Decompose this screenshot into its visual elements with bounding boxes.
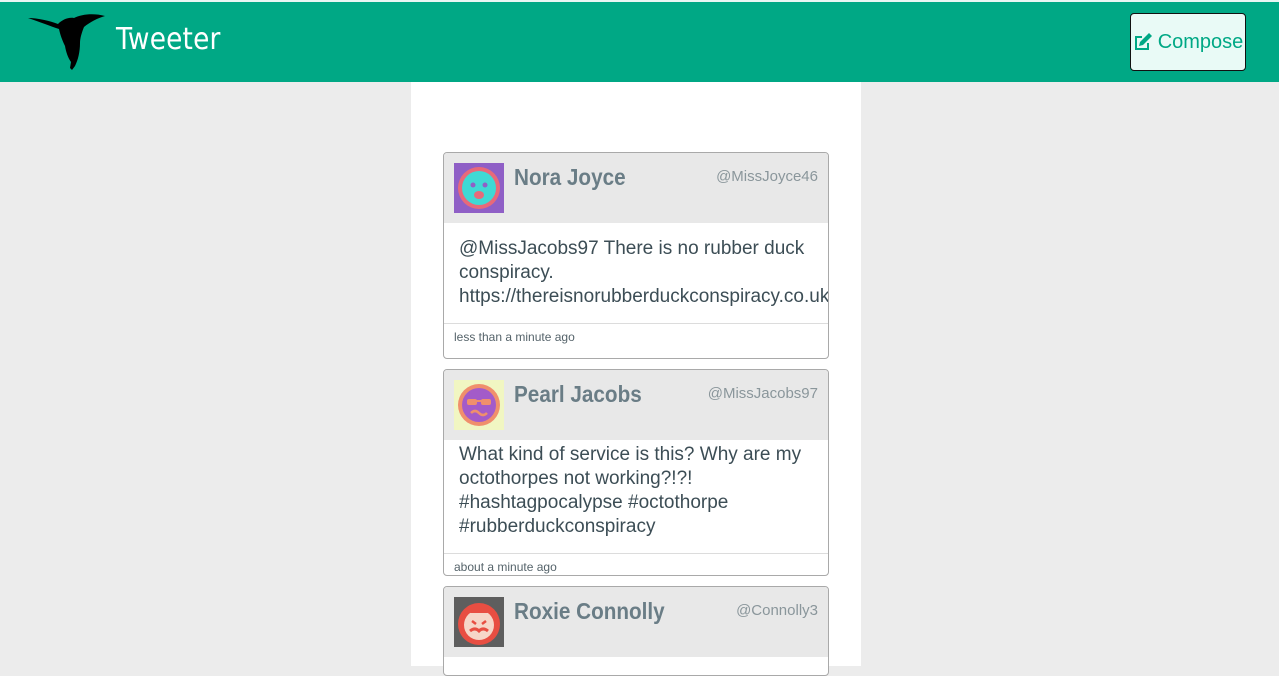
author-name: Roxie Connolly xyxy=(514,598,665,624)
mustache-avatar-icon[interactable] xyxy=(454,597,504,647)
tweet-hashtags[interactable]: #rubberduckconspiracy xyxy=(459,515,813,539)
tweet-header: Pearl Jacobs @MissJacobs97 xyxy=(444,370,828,440)
tweet-text: What kind of service is this? Why are my… xyxy=(444,440,828,553)
tweet-text-line: What kind of service is this? Why are my xyxy=(459,444,802,465)
compose-label: Compose xyxy=(1157,30,1244,53)
tweet-feed: Nora Joyce @MissJoyce46 @MissJacobs97 Th… xyxy=(411,82,861,676)
smiley-avatar-icon[interactable] xyxy=(454,163,504,213)
tweet-text: @MissJacobs97 There is no rubber duck co… xyxy=(444,223,828,323)
author-handle: @MissJoyce46 xyxy=(716,168,818,185)
tweet-text-line: octothorpes not working?!?! xyxy=(459,468,693,489)
author-handle: @MissJacobs97 xyxy=(707,385,818,402)
tweet-card: Pearl Jacobs @MissJacobs97 What kind of … xyxy=(443,369,829,576)
top-navbar: Tweeter Compose xyxy=(0,0,1279,82)
tweet-timestamp: less than a minute ago xyxy=(444,323,828,358)
tweet-card: Roxie Connolly @Connolly3 xyxy=(443,586,829,676)
author-name: Nora Joyce xyxy=(514,164,626,190)
tweet-card: Nora Joyce @MissJoyce46 @MissJacobs97 Th… xyxy=(443,152,829,359)
tweet-timestamp: about a minute ago xyxy=(444,553,828,575)
author-handle: @Connolly3 xyxy=(736,602,818,619)
hummingbird-icon[interactable] xyxy=(28,12,108,70)
tweet-header: Roxie Connolly @Connolly3 xyxy=(444,587,828,657)
app-brand[interactable]: Tweeter xyxy=(116,22,221,57)
sunglasses-avatar-icon[interactable] xyxy=(454,380,504,430)
compose-button[interactable]: Compose xyxy=(1130,13,1246,71)
edit-icon xyxy=(1134,33,1152,50)
tweet-text-line: @MissJacobs97 There is no rubber duck xyxy=(459,238,805,259)
tweet-hashtags[interactable]: #hashtagpocalypse #octothorpe xyxy=(459,491,813,515)
tweet-text-line: conspiracy. xyxy=(459,262,554,283)
tweet-link[interactable]: https://thereisnorubberduckconspiracy.co… xyxy=(459,285,828,309)
tweet-header: Nora Joyce @MissJoyce46 xyxy=(444,153,828,223)
author-name: Pearl Jacobs xyxy=(514,381,642,407)
